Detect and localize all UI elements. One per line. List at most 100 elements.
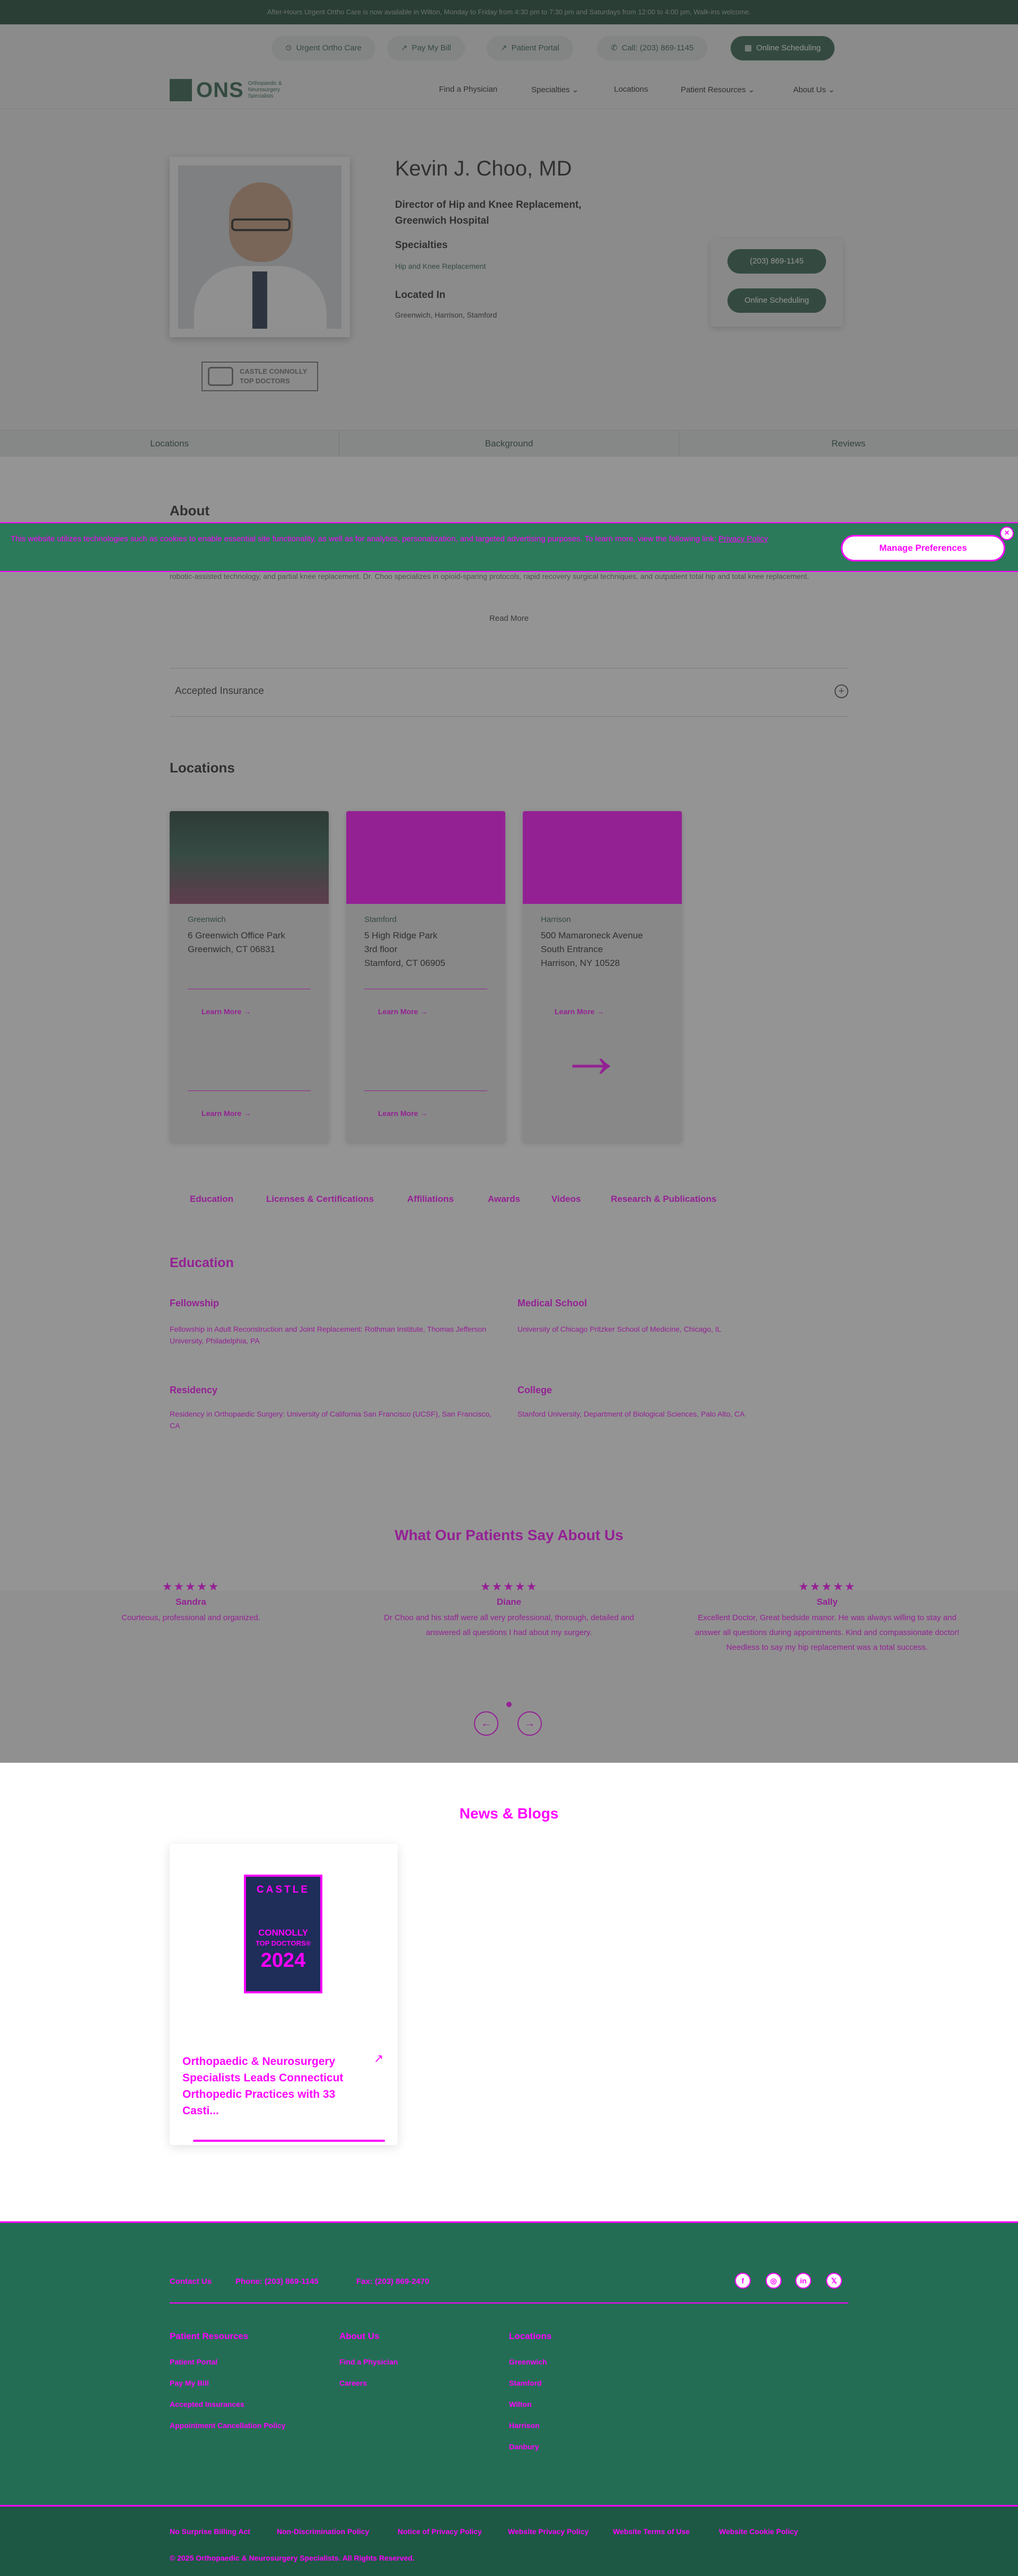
manage-preferences-button[interactable]: Manage Preferences xyxy=(841,535,1005,561)
bio-tab-affiliations[interactable]: Affiliations xyxy=(407,1194,454,1205)
profile-tabs: Locations Background Reviews xyxy=(0,430,1018,456)
footer-link[interactable]: Pay My Bill xyxy=(170,2379,209,2387)
footer-link[interactable]: Greenwich xyxy=(509,2358,547,2366)
fellowship-label: Fellowship xyxy=(170,1298,220,1308)
location-city: Stamford xyxy=(364,915,397,924)
arrow-up-right-icon[interactable]: ↗ xyxy=(374,2052,383,2065)
nav-find-physician[interactable]: Find a Physician xyxy=(439,85,497,94)
site-logo[interactable]: ONS Orthopaedic & Neurosurgery Specialis… xyxy=(170,77,306,103)
located-in-value: Greenwich, Harrison, Stamford xyxy=(395,311,497,319)
testimonial-card: ★★★★★ Diane Dr Choo and his staff were a… xyxy=(371,1580,647,1640)
phone-button[interactable]: (203) 869-1145 xyxy=(727,249,826,274)
nav-about-us[interactable]: About Us ⌄ xyxy=(793,85,835,94)
star-rating: ★★★★★ xyxy=(162,1580,220,1593)
main-nav: ONS Orthopaedic & Neurosurgery Specialis… xyxy=(0,72,1018,109)
location-city: Greenwich xyxy=(188,915,226,924)
legal-link[interactable]: Website Cookie Policy xyxy=(719,2527,798,2536)
testimonial-name: Sally xyxy=(817,1597,838,1607)
legal-link[interactable]: Website Privacy Policy xyxy=(508,2527,589,2536)
close-icon[interactable]: × xyxy=(1000,526,1014,540)
carousel-dot[interactable] xyxy=(506,1702,512,1707)
online-scheduling-button[interactable]: ▦ Online Scheduling xyxy=(731,36,835,60)
legal-link[interactable]: Notice of Privacy Policy xyxy=(398,2527,482,2536)
cookie-message: This website utilizes technologies such … xyxy=(11,534,716,543)
footer-link[interactable]: Harrison xyxy=(509,2421,540,2430)
legal-link[interactable]: No Surprise Billing Act xyxy=(170,2527,250,2536)
legal-link[interactable]: Non-Discrimination Policy xyxy=(277,2527,369,2536)
footer-link[interactable]: Patient Portal xyxy=(170,2358,217,2366)
location-card-stamford[interactable]: Stamford 5 High Ridge Park 3rd floor Sta… xyxy=(346,811,505,1142)
learn-more-link[interactable]: Learn More → xyxy=(378,1109,427,1118)
castle-connolly-2024-badge: CASTLE CONNOLLY TOP DOCTORS® 2024 xyxy=(244,1875,322,1993)
arrow-right-icon[interactable]: → xyxy=(517,1711,542,1736)
chevron-down-icon: ⌄ xyxy=(828,85,835,94)
castle-connolly-badge: CASTLE CONNOLLY TOP DOCTORS xyxy=(201,362,318,391)
linkedin-icon[interactable]: in xyxy=(795,2273,811,2289)
footer-link[interactable]: Find a Physician xyxy=(339,2358,398,2366)
news-underline xyxy=(193,2140,385,2142)
read-more-link[interactable]: Read More xyxy=(0,614,1018,623)
location-card-harrison[interactable]: Harrison 500 Mamaroneck Avenue South Ent… xyxy=(523,811,682,1142)
badge-line: CASTLE xyxy=(257,1884,310,1895)
instagram-icon[interactable]: ◎ xyxy=(766,2273,782,2289)
urgent-care-button[interactable]: ⊙ Urgent Ortho Care xyxy=(271,36,375,60)
phone-icon: ✆ xyxy=(611,43,618,52)
call-label: Call: (203) 869-1145 xyxy=(621,43,694,52)
learn-more-link[interactable]: Learn More → xyxy=(555,1007,604,1016)
nav-specialties[interactable]: Specialties ⌄ xyxy=(531,85,578,94)
bio-tab-research[interactable]: Research & Publications xyxy=(611,1194,716,1205)
specialties-label: Specialties xyxy=(395,240,448,251)
footer-link[interactable]: Appointment Cancellation Policy xyxy=(170,2421,286,2430)
footer-phone[interactable]: Phone: (203) 869-1145 xyxy=(235,2277,319,2286)
bio-tab-videos[interactable]: Videos xyxy=(551,1194,581,1205)
privacy-policy-link[interactable]: Privacy Policy xyxy=(718,534,768,543)
news-headline[interactable]: Orthopaedic & Neurosurgery Specialists L… xyxy=(182,2053,368,2119)
call-button[interactable]: ✆ Call: (203) 869-1145 xyxy=(597,36,708,60)
learn-more-link[interactable]: Learn More → xyxy=(378,1007,427,1016)
plus-circle-icon: + xyxy=(835,684,848,698)
location-address: 5 High Ridge Park 3rd floor Stamford, CT… xyxy=(364,929,492,970)
nav-about-label: About Us xyxy=(793,85,826,94)
bio-tab-awards[interactable]: Awards xyxy=(488,1194,520,1205)
pay-bill-label: Pay My Bill xyxy=(411,43,451,52)
pay-bill-button[interactable]: ↗ Pay My Bill xyxy=(387,36,465,60)
legal-link[interactable]: Website Terms of Use xyxy=(613,2527,690,2536)
physician-photo-card xyxy=(170,157,350,337)
education-heading: Education xyxy=(170,1255,234,1270)
footer-link[interactable]: Danbury xyxy=(509,2442,539,2451)
learn-more-link[interactable]: Learn More → xyxy=(201,1109,251,1118)
location-card-greenwich[interactable]: Greenwich 6 Greenwich Office Park Greenw… xyxy=(170,811,329,1142)
bio-tab-education[interactable]: Education xyxy=(190,1194,233,1205)
logo-mark-icon xyxy=(170,79,192,101)
tab-reviews[interactable]: Reviews xyxy=(679,430,1018,456)
bio-tab-licenses[interactable]: Licenses & Certifications xyxy=(266,1194,374,1205)
specialties-value[interactable]: Hip and Knee Replacement xyxy=(395,262,486,270)
footer-link[interactable]: Wilton xyxy=(509,2400,532,2408)
nav-locations[interactable]: Locations xyxy=(614,85,648,94)
news-card[interactable]: CASTLE CONNOLLY TOP DOCTORS® 2024 Orthop… xyxy=(170,1844,398,2145)
badge-line: CONNOLLY xyxy=(258,1928,308,1938)
badge-line: 2024 xyxy=(260,1949,306,1972)
footer-link[interactable]: Stamford xyxy=(509,2379,541,2387)
footer-link[interactable]: Careers xyxy=(339,2379,367,2387)
schedule-button[interactable]: Online Scheduling xyxy=(727,288,826,313)
tab-background[interactable]: Background xyxy=(339,430,679,456)
footer-col-about: About Us xyxy=(339,2331,380,2341)
footer-link[interactable]: Accepted Insurances xyxy=(170,2400,244,2408)
facebook-icon[interactable]: f xyxy=(735,2273,751,2289)
footer-contact-label: Contact Us xyxy=(170,2277,212,2286)
address-line: Harrison, NY 10528 xyxy=(541,958,620,968)
accepted-insurance-label: Accepted Insurance xyxy=(175,685,264,697)
tab-locations[interactable]: Locations xyxy=(0,430,340,456)
nav-patient-resources[interactable]: Patient Resources ⌄ xyxy=(681,85,754,94)
medical-school-text: University of Chicago Pritzker School of… xyxy=(517,1325,722,1333)
patient-portal-button[interactable]: ↗ Patient Portal xyxy=(487,36,573,60)
arrow-right-icon[interactable]: → xyxy=(559,1021,628,1089)
x-twitter-icon[interactable]: 𝕏 xyxy=(826,2273,842,2289)
arrow-left-icon[interactable]: ← xyxy=(474,1711,498,1736)
announcement-bar: After-Hours Urgent Ortho Care is now ava… xyxy=(0,0,1018,24)
about-heading: About xyxy=(170,503,210,518)
learn-more-link[interactable]: Learn More → xyxy=(201,1007,251,1016)
nav-resources-label: Patient Resources xyxy=(681,85,746,94)
accepted-insurance-accordion[interactable]: Accepted Insurance + xyxy=(170,668,848,717)
